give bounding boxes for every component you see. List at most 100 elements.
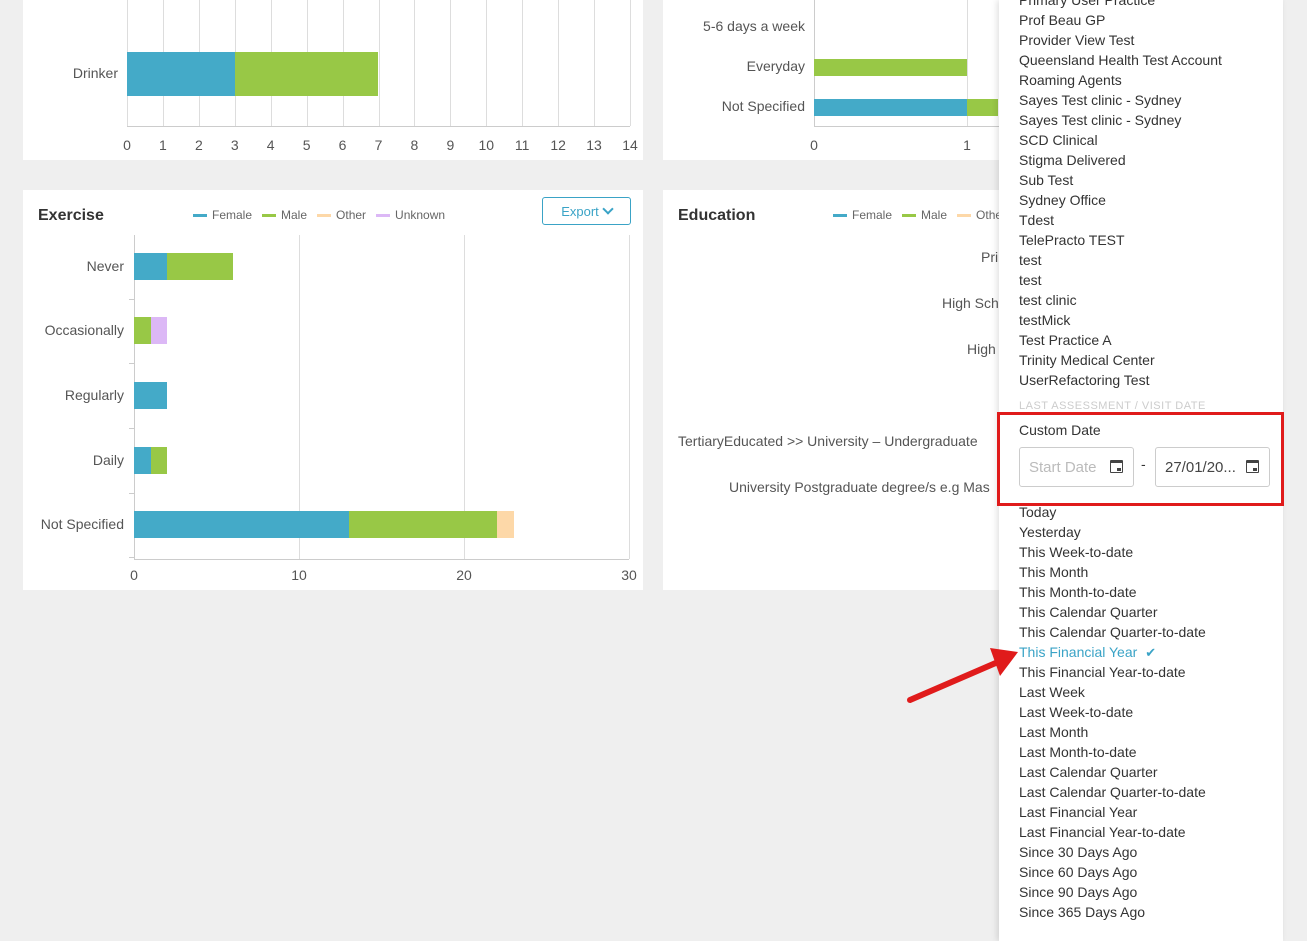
practice-option[interactable]: Sayes Test clinic - Sydney bbox=[1019, 92, 1181, 108]
practice-option[interactable]: Sub Test bbox=[1019, 172, 1073, 188]
date-range-option[interactable]: This Calendar Quarter-to-date bbox=[1019, 624, 1206, 640]
chevron-down-icon bbox=[602, 203, 614, 215]
education-category-label: High Sch bbox=[942, 295, 999, 311]
practice-option[interactable]: Sydney Office bbox=[1019, 192, 1106, 208]
date-range-option[interactable]: Last Month bbox=[1019, 724, 1088, 740]
date-range-option[interactable]: Yesterday bbox=[1019, 524, 1081, 540]
practice-option[interactable]: test clinic bbox=[1019, 292, 1077, 308]
legend-label: Unknown bbox=[395, 208, 446, 222]
practice-option[interactable]: TelePracto TEST bbox=[1019, 232, 1125, 248]
x-tick-label: 5 bbox=[302, 137, 311, 153]
education-title: Education bbox=[678, 207, 756, 224]
date-range-option[interactable]: This Month bbox=[1019, 564, 1088, 580]
x-tick-label: 13 bbox=[586, 137, 602, 153]
export-label: Export bbox=[561, 203, 599, 219]
x-tick-label: 0 bbox=[130, 567, 138, 583]
legend-item-male[interactable]: Male bbox=[902, 208, 947, 222]
gridline bbox=[522, 0, 524, 126]
practice-option[interactable]: Roaming Agents bbox=[1019, 72, 1122, 88]
practice-option[interactable]: Test Practice A bbox=[1019, 332, 1112, 348]
date-range-option[interactable]: Since 30 Days Ago bbox=[1019, 844, 1137, 860]
date-range-option[interactable]: This Financial Year ✔ bbox=[1019, 644, 1156, 661]
date-range-option[interactable]: This Financial Year-to-date bbox=[1019, 664, 1186, 680]
bar-segment-male bbox=[134, 317, 151, 344]
practice-option[interactable]: Provider View Test bbox=[1019, 32, 1134, 48]
practice-option[interactable]: Sayes Test clinic - Sydney bbox=[1019, 112, 1181, 128]
male-swatch bbox=[262, 213, 277, 217]
date-range-option[interactable]: Since 90 Days Ago bbox=[1019, 884, 1137, 900]
legend-item-unknown[interactable]: Unknown bbox=[376, 208, 445, 222]
legend-item-other[interactable]: Othe bbox=[957, 208, 1002, 222]
education-category-label: High bbox=[967, 341, 996, 357]
bar-segment-female bbox=[814, 99, 967, 116]
category-label: 5-6 days a week bbox=[703, 18, 805, 34]
date-range-option[interactable]: Last Month-to-date bbox=[1019, 744, 1137, 760]
option-label: Since 90 Days Ago bbox=[1019, 884, 1138, 900]
date-range-option[interactable]: This Calendar Quarter bbox=[1019, 604, 1158, 620]
y-tick bbox=[129, 493, 134, 494]
practice-option[interactable]: Tdest bbox=[1019, 212, 1054, 228]
bar-segment-male bbox=[150, 447, 167, 474]
date-range-option[interactable]: Last Week bbox=[1019, 684, 1085, 700]
practice-option[interactable]: testMick bbox=[1019, 312, 1070, 328]
date-range-option[interactable]: Since 60 Days Ago bbox=[1019, 864, 1137, 880]
date-range-option[interactable]: Last Financial Year-to-date bbox=[1019, 824, 1186, 840]
legend-item-female[interactable]: Female bbox=[193, 208, 252, 222]
x-axis-line bbox=[127, 126, 630, 127]
option-label: Last Month-to-date bbox=[1019, 744, 1137, 760]
x-axis-line bbox=[134, 559, 629, 560]
legend-label: Male bbox=[281, 208, 308, 222]
option-label: This Month bbox=[1019, 564, 1089, 580]
category-label: Not Specified bbox=[40, 516, 124, 532]
x-tick-label: 30 bbox=[621, 567, 637, 583]
date-range-option[interactable]: Last Week-to-date bbox=[1019, 704, 1133, 720]
education-legend: Female Male Othe bbox=[833, 208, 1002, 222]
gridline bbox=[630, 0, 631, 126]
practice-option[interactable]: test bbox=[1019, 252, 1042, 268]
category-label: Daily bbox=[92, 452, 124, 468]
drinking-chart-card: Drinker 0 1 2 3 4 5 6 7 8 9 10 11 12 13 14 bbox=[23, 0, 643, 160]
option-label: Last Calendar Quarter bbox=[1019, 764, 1158, 780]
date-range-option[interactable]: Last Calendar Quarter-to-date bbox=[1019, 784, 1206, 800]
x-tick-label: 14 bbox=[622, 137, 638, 153]
education-category-label: Pri bbox=[981, 249, 999, 265]
date-range-option[interactable]: This Week-to-date bbox=[1019, 544, 1133, 560]
date-range-option[interactable]: Last Financial Year bbox=[1019, 804, 1137, 820]
practice-option[interactable]: SCD Clinical bbox=[1019, 132, 1098, 148]
practice-option[interactable]: Primary User Practice bbox=[1019, 0, 1155, 8]
date-range-option[interactable]: This Month-to-date bbox=[1019, 584, 1137, 600]
option-label: This Financial Year bbox=[1019, 644, 1138, 660]
option-label: Last Financial Year bbox=[1019, 804, 1138, 820]
legend-item-male[interactable]: Male bbox=[262, 208, 307, 222]
legend-item-female[interactable]: Female bbox=[833, 208, 892, 222]
female-swatch bbox=[193, 213, 207, 217]
option-label: Yesterday bbox=[1019, 524, 1081, 540]
legend-item-other[interactable]: Other bbox=[317, 208, 366, 222]
date-range-option[interactable]: Last Calendar Quarter bbox=[1019, 764, 1158, 780]
x-tick-label: 3 bbox=[230, 137, 239, 153]
gridline bbox=[629, 235, 630, 559]
date-range-option[interactable]: Today bbox=[1019, 504, 1056, 520]
bar-segment-female bbox=[127, 52, 235, 96]
practice-option[interactable]: Stigma Delivered bbox=[1019, 152, 1126, 168]
female-swatch bbox=[833, 213, 847, 217]
export-button[interactable]: Export bbox=[542, 197, 631, 225]
section-heading: LAST ASSESSMENT / VISIT DATE bbox=[1019, 400, 1206, 412]
practice-option[interactable]: Prof Beau GP bbox=[1019, 12, 1105, 28]
option-label: Since 60 Days Ago bbox=[1019, 864, 1138, 880]
bar-segment-male bbox=[167, 253, 233, 280]
date-range-option[interactable]: Since 365 Days Ago bbox=[1019, 904, 1145, 920]
x-tick-label: 7 bbox=[374, 137, 383, 153]
practice-option[interactable]: Queensland Health Test Account bbox=[1019, 52, 1222, 68]
option-label: This Week-to-date bbox=[1019, 544, 1134, 560]
practice-option[interactable]: Trinity Medical Center bbox=[1019, 352, 1155, 368]
category-label: Drinker bbox=[72, 65, 118, 81]
practice-option[interactable]: UserRefactoring Test bbox=[1019, 372, 1149, 388]
y-tick bbox=[129, 428, 134, 429]
bar-segment-female bbox=[134, 511, 349, 538]
practice-option[interactable]: test bbox=[1019, 272, 1042, 288]
option-label: Today bbox=[1019, 504, 1057, 520]
bar-segment-unknown bbox=[150, 317, 167, 344]
option-label: Last Month bbox=[1019, 724, 1089, 740]
bar-segment-male bbox=[234, 52, 379, 96]
